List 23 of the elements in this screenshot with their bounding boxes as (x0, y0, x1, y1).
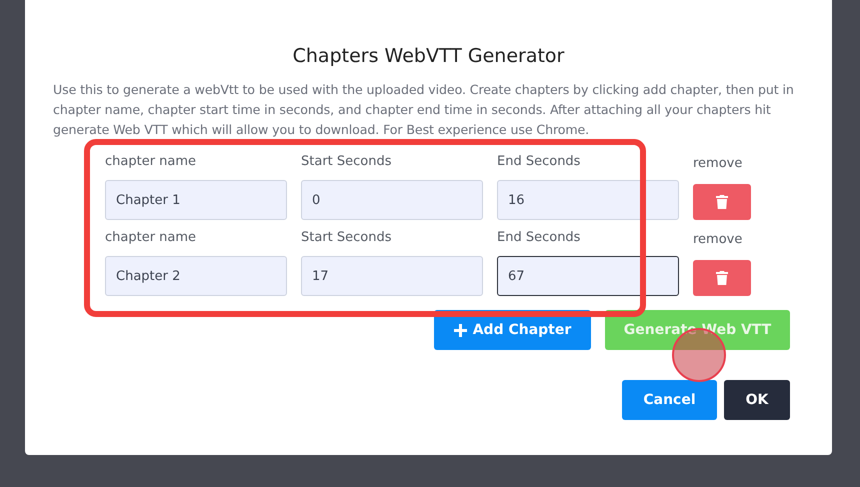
field-label: End Seconds (497, 154, 582, 170)
ok-button[interactable]: OK (724, 380, 790, 420)
input-field[interactable]: Chapter 2 (105, 256, 287, 296)
field-label: chapter name (105, 154, 198, 170)
field-label: Start Seconds (301, 154, 393, 170)
input-field[interactable]: Chapter 1 (105, 180, 287, 220)
description-text: Use this to generate a webVtt to be used with the uploaded video. Create chapters by clicking add chapter, then put in chapter name, chapter start time in seconds, and chapter end time in seconds. After attaching all your chapters hit generate Web VTT which will allow you to download. For Best experience use Chrome. (53, 81, 795, 139)
remove-label: remove (693, 232, 744, 248)
input-field[interactable]: 17 (301, 256, 483, 296)
field-label: chapter name (105, 230, 198, 246)
dialog-title: Chapters WebVTT Generator (292, 44, 566, 69)
trash-icon (716, 195, 728, 209)
plus-icon (454, 324, 467, 336)
input-field[interactable]: 16 (497, 180, 679, 220)
input-field[interactable]: 0 (301, 180, 483, 220)
field-label: End Seconds (497, 230, 582, 246)
remove-label: remove (693, 156, 744, 172)
trash-icon (716, 271, 728, 285)
field-label: Start Seconds (301, 230, 393, 246)
delete-button[interactable] (693, 260, 751, 296)
delete-button[interactable] (693, 184, 751, 220)
cancel-button[interactable]: Cancel (622, 380, 717, 420)
input-field[interactable]: 67 (497, 256, 679, 296)
